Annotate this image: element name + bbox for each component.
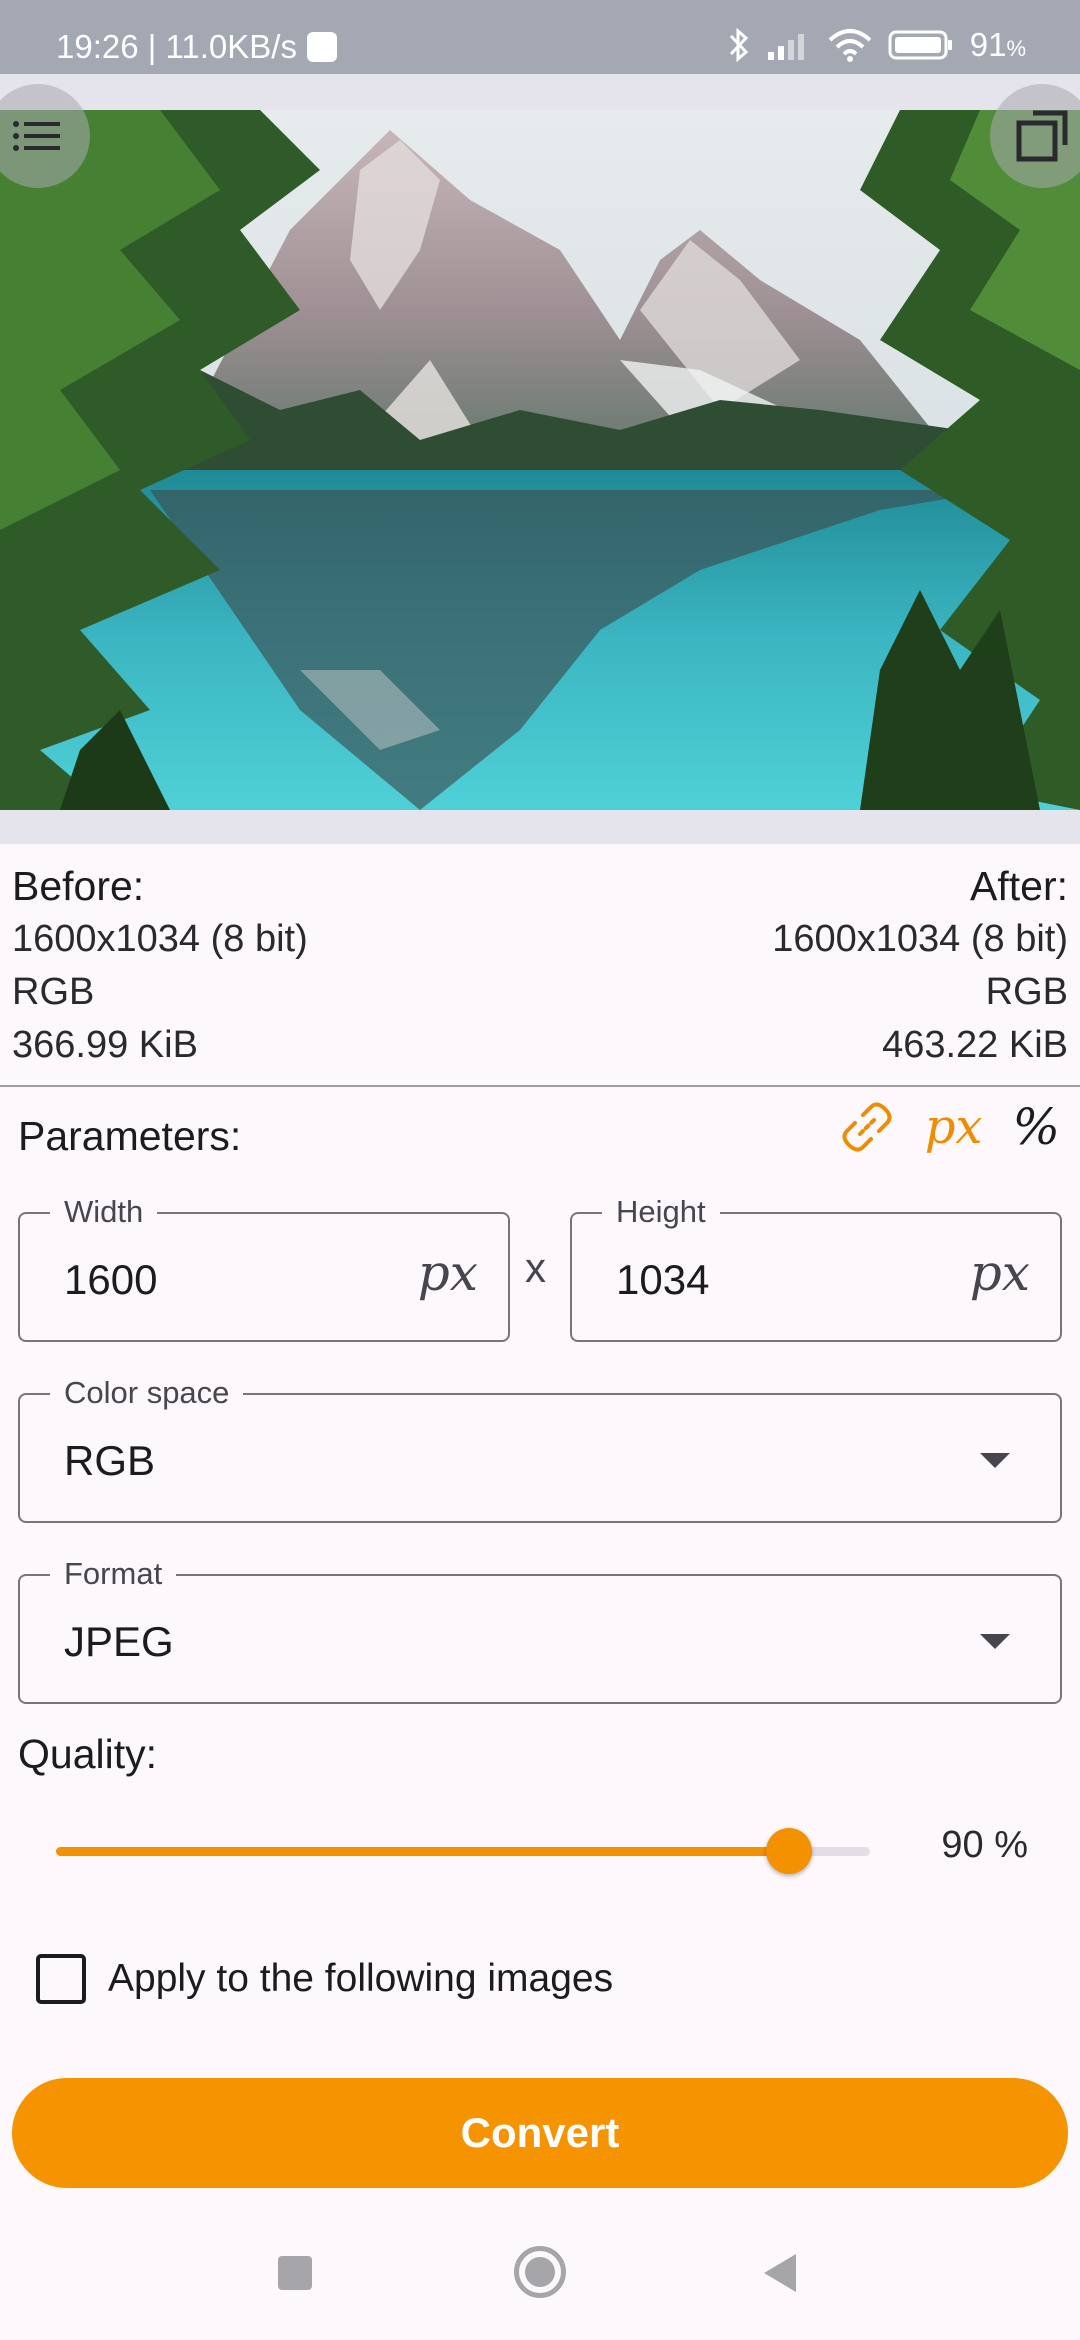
quality-slider[interactable] bbox=[56, 1828, 870, 1874]
after-info: After: 1600x1034 (8 bit) RGB 463.22 KiB bbox=[772, 860, 1068, 1072]
dropdown-arrow-icon bbox=[980, 1634, 1010, 1649]
home-button[interactable] bbox=[514, 2246, 566, 2298]
after-size: 463.22 KiB bbox=[882, 1024, 1068, 1066]
height-field[interactable]: Height 1034 px bbox=[570, 1192, 1062, 1342]
dimension-separator: x bbox=[525, 1244, 546, 1291]
slider-fill bbox=[56, 1847, 789, 1856]
before-info: Before: 1600x1034 (8 bit) RGB 366.99 KiB bbox=[12, 860, 308, 1072]
status-right: 91% bbox=[728, 26, 1026, 64]
bluetooth-icon bbox=[729, 27, 748, 63]
after-dimensions: 1600x1034 (8 bit) bbox=[772, 918, 1068, 960]
height-unit: px bbox=[969, 1244, 1030, 1302]
battery-percent: 91% bbox=[969, 26, 1026, 63]
status-bar: 19:26 | 11.0KB/s 91% bbox=[0, 0, 1080, 74]
divider bbox=[0, 1085, 1080, 1087]
format-dropdown[interactable]: Format JPEG bbox=[18, 1554, 1062, 1704]
color-space-label: Color space bbox=[50, 1373, 244, 1413]
height-label: Height bbox=[602, 1192, 720, 1232]
color-space-value: RGB bbox=[64, 1437, 156, 1484]
menu-list-icon bbox=[13, 121, 60, 151]
recents-button[interactable] bbox=[278, 2256, 312, 2290]
landscape-image bbox=[0, 110, 1080, 810]
slider-thumb[interactable] bbox=[766, 1828, 812, 1874]
battery-icon bbox=[888, 30, 952, 60]
status-left: 19:26 | 11.0KB/s bbox=[56, 28, 337, 66]
image-info: Before: 1600x1034 (8 bit) RGB 366.99 KiB… bbox=[12, 860, 1068, 1072]
convert-button[interactable]: Convert bbox=[12, 2078, 1068, 2188]
signal-icon bbox=[767, 34, 804, 60]
link-icon[interactable] bbox=[839, 1099, 895, 1155]
format-value: JPEG bbox=[64, 1618, 174, 1665]
before-color-space: RGB bbox=[12, 971, 95, 1013]
time-and-speed: 19:26 | 11.0KB/s bbox=[56, 28, 297, 65]
parameter-unit-toggles: px % bbox=[839, 1098, 1060, 1156]
format-label: Format bbox=[50, 1554, 177, 1594]
preview-image[interactable] bbox=[0, 110, 1080, 810]
percent-unit-toggle[interactable]: % bbox=[1012, 1098, 1060, 1156]
quality-title: Quality: bbox=[18, 1731, 157, 1777]
quality-value: 90 % bbox=[941, 1824, 1028, 1866]
before-size: 366.99 KiB bbox=[12, 1024, 198, 1066]
image-preview-area bbox=[0, 74, 1080, 844]
notification-icon bbox=[306, 32, 337, 62]
width-label: Width bbox=[50, 1192, 158, 1232]
dropdown-arrow-icon bbox=[980, 1453, 1010, 1468]
apply-checkbox-label: Apply to the following images bbox=[108, 1957, 614, 2000]
expand-icon bbox=[1016, 110, 1068, 162]
width-field[interactable]: Width 1600 px bbox=[18, 1192, 510, 1342]
apply-checkbox[interactable] bbox=[36, 1954, 86, 2004]
height-value[interactable]: 1034 bbox=[616, 1254, 709, 1306]
color-space-dropdown[interactable]: Color space RGB bbox=[18, 1373, 1062, 1523]
after-color-space: RGB bbox=[985, 971, 1068, 1013]
back-button[interactable] bbox=[764, 2254, 796, 2292]
px-unit-toggle[interactable]: px bbox=[925, 1099, 983, 1155]
parameters-title: Parameters: bbox=[18, 1113, 242, 1159]
system-nav-bar bbox=[0, 2212, 1080, 2340]
after-label: After: bbox=[970, 863, 1068, 909]
width-unit: px bbox=[417, 1244, 478, 1302]
wifi-icon bbox=[828, 29, 872, 62]
apply-to-following-row[interactable]: Apply to the following images bbox=[36, 1954, 613, 2004]
width-value[interactable]: 1600 bbox=[64, 1254, 157, 1306]
before-label: Before: bbox=[12, 863, 145, 909]
before-dimensions: 1600x1034 (8 bit) bbox=[12, 918, 308, 960]
